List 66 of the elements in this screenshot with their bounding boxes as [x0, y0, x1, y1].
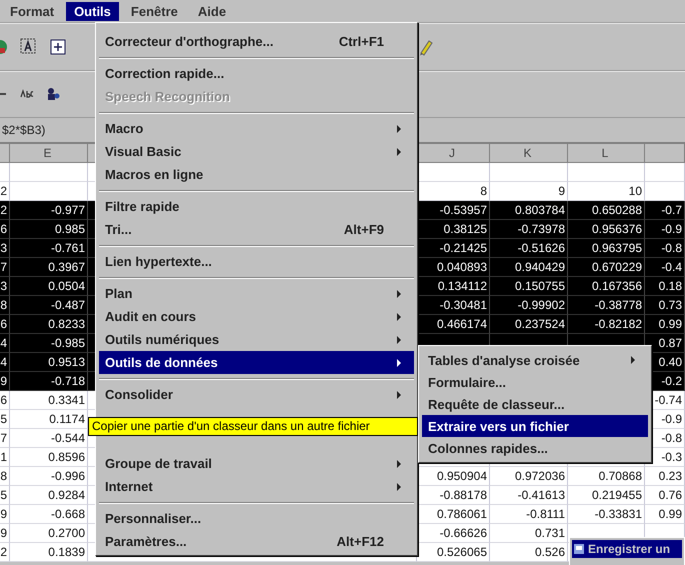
menu-item-label: Speech Recognition	[105, 89, 231, 104]
menu-bar-item[interactable]: Fenêtre	[122, 2, 186, 20]
menu-item-label: Groupe de travail	[105, 456, 213, 471]
menu-item[interactable]: Visual Basic	[99, 140, 414, 163]
menu-item-label: Paramètres...	[105, 534, 188, 549]
menu-item[interactable]: Colonnes rapides...	[422, 437, 648, 459]
menu-item-label: Macro	[105, 121, 144, 136]
menu-item-label: Personnaliser...	[105, 511, 202, 526]
menu-item-label: Outils de données	[105, 355, 219, 370]
menu-item-label: Consolider	[105, 387, 174, 402]
menu-item[interactable]: Macro	[99, 117, 414, 140]
menu-item[interactable]: Correction rapide...	[99, 62, 414, 85]
menu-item-label: Tables d'analyse croisée	[428, 352, 581, 368]
menu-item[interactable]: Audit en cours	[99, 305, 414, 328]
window-icon	[574, 544, 584, 554]
table-cell: 0.1839	[10, 543, 88, 562]
menu-item-label: Audit en cours	[105, 309, 198, 324]
shortcut-text: Alt+F9	[344, 222, 384, 237]
shortcut-text: Ctrl+F1	[338, 34, 384, 49]
menu-item-label: Lien hypertexte...	[105, 254, 213, 269]
insert-box-icon[interactable]	[50, 38, 66, 55]
menu-item[interactable]: Groupe de travail	[99, 452, 414, 475]
menu-item[interactable]: Formulaire...	[422, 371, 648, 393]
table-cell: 2	[0, 543, 10, 562]
menu-item[interactable]: Tables d'analyse croisée	[422, 349, 648, 371]
pencil-icon[interactable]	[418, 38, 434, 56]
menu-item-label: Extraire vers un fichier	[428, 418, 570, 434]
menu-item-label: Requête de classeur...	[428, 396, 566, 412]
menu-item[interactable]: Extraire vers un fichier	[422, 415, 648, 437]
menu-bar-item[interactable]: Format	[2, 2, 62, 20]
menu-item-label: Internet	[105, 479, 154, 494]
spelling-icon[interactable]	[20, 89, 34, 100]
menu-item[interactable]: Paramètres... Alt+F12	[99, 530, 414, 553]
menu-item-label: Plan	[105, 286, 134, 301]
menu-item-label: Formulaire...	[428, 374, 508, 390]
menu-item[interactable]: Outils numériques	[99, 328, 414, 351]
shortcut-text: Alt+F12	[336, 534, 384, 549]
menu-item[interactable]: Plan	[99, 282, 414, 305]
window-title-text: Enregistrer un	[588, 542, 670, 556]
menu-item-label: Visual Basic	[105, 144, 182, 159]
menu-item[interactable]: Requête de classeur...	[422, 393, 648, 415]
menu-item-label: Colonnes rapides...	[428, 440, 549, 456]
tooltip: Copier une partie d'un classeur dans un autre fichier	[88, 417, 418, 436]
menu-bar-item[interactable]: Aide	[190, 2, 234, 20]
menu-item-label: Filtre rapide	[105, 199, 180, 214]
table-cell: 0.526	[490, 543, 568, 562]
menu-item-label: Tri...	[105, 222, 133, 237]
text-frame-icon[interactable]	[20, 38, 38, 56]
menu-item[interactable]: Macros en ligne	[99, 163, 414, 186]
menu-item[interactable]: Correcteur d'orthographe... Ctrl+F1	[99, 30, 414, 53]
menu-item[interactable]: Internet	[99, 475, 414, 498]
menu-bar-item[interactable]: Outils	[66, 2, 119, 20]
menu-item-label: Outils numériques	[105, 332, 220, 347]
menu-item[interactable]: Lien hypertexte...	[99, 250, 414, 273]
paint-icon[interactable]	[0, 40, 8, 54]
menu-item[interactable]: Filtre rapide	[99, 195, 414, 218]
menu-item-label: Correcteur d'orthographe...	[105, 34, 274, 49]
menu-item-label: Correction rapide...	[105, 66, 226, 81]
menu-item[interactable]: Tri... Alt+F9	[99, 218, 414, 241]
menu-item-label: Macros en ligne	[105, 167, 204, 182]
menu-item[interactable]: Personnaliser...	[99, 507, 414, 530]
menu-item[interactable]: Consolider	[99, 383, 414, 406]
menu-item[interactable]: Outils de données	[99, 351, 414, 374]
formula-text[interactable]: $2*$B3)	[0, 123, 46, 137]
people-icon[interactable]	[46, 87, 60, 102]
dash-icon[interactable]	[0, 91, 8, 98]
